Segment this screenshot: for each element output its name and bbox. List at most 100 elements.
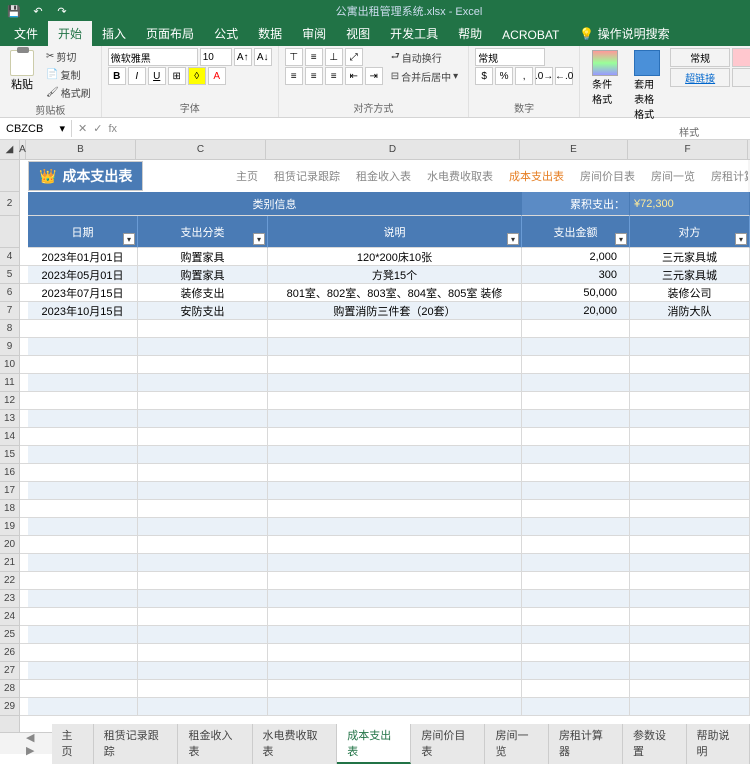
row-header[interactable]: 8 xyxy=(0,320,19,338)
tab-review[interactable]: 审阅 xyxy=(292,21,336,46)
style-calculation[interactable]: 计算 xyxy=(732,68,750,87)
border-button[interactable]: ⊞ xyxy=(168,67,186,85)
select-all-corner[interactable]: ◢ xyxy=(0,140,19,160)
copy-button[interactable]: 📄 复制 xyxy=(42,66,95,83)
percent-icon[interactable]: % xyxy=(495,67,513,85)
align-bottom-icon[interactable]: ⊥ xyxy=(325,48,343,66)
nav-home[interactable]: 主页 xyxy=(236,168,258,184)
col-category[interactable]: 支出分类▾ xyxy=(138,216,268,248)
orientation-icon[interactable]: ⤢ xyxy=(345,48,363,66)
merge-center-button[interactable]: ⊟ 合并后居中 ▾ xyxy=(387,68,462,85)
col-date[interactable]: 日期▾ xyxy=(28,216,138,248)
tab-home[interactable]: 开始 xyxy=(48,21,92,46)
cell-category[interactable]: 装修支出 xyxy=(138,284,268,302)
increase-decimal-icon[interactable]: .0→ xyxy=(535,67,553,85)
col-header[interactable]: D xyxy=(266,140,520,159)
col-party[interactable]: 对方▾ xyxy=(630,216,750,248)
row-header[interactable]: 28 xyxy=(0,680,19,698)
table-row[interactable] xyxy=(20,410,750,428)
cell-party[interactable]: 三元家具城 xyxy=(630,266,750,284)
row-header[interactable]: 22 xyxy=(0,572,19,590)
table-row[interactable]: 2023年01月01日 购置家具 120*200床10张 2,000 三元家具城 xyxy=(20,248,750,266)
font-name-select[interactable] xyxy=(108,48,198,66)
cell-amount[interactable]: 20,000 xyxy=(522,302,630,320)
format-painter-button[interactable]: 🖌 格式刷 xyxy=(42,84,95,101)
tab-data[interactable]: 数据 xyxy=(248,21,292,46)
row-header[interactable]: 10 xyxy=(0,356,19,374)
indent-icon[interactable]: ⇤ xyxy=(345,67,363,85)
row-header[interactable]: 9 xyxy=(0,338,19,356)
table-row[interactable] xyxy=(20,572,750,590)
table-row[interactable] xyxy=(20,482,750,500)
currency-icon[interactable]: $ xyxy=(475,67,493,85)
table-format-button[interactable]: 套用表格格式 xyxy=(628,48,666,123)
tab-help[interactable]: 帮助 xyxy=(448,21,492,46)
table-row[interactable]: 2023年10月15日 安防支出 购置消防三件套（20套） 20,000 消防大… xyxy=(20,302,750,320)
decrease-font-icon[interactable]: A↓ xyxy=(254,48,272,66)
row-header[interactable]: 18 xyxy=(0,500,19,518)
row-header[interactable]: 14 xyxy=(0,428,19,446)
table-row[interactable] xyxy=(20,644,750,662)
table-row[interactable] xyxy=(20,428,750,446)
cut-button[interactable]: ✂ 剪切 xyxy=(42,48,95,65)
row-header[interactable]: 24 xyxy=(0,608,19,626)
tab-layout[interactable]: 页面布局 xyxy=(136,21,204,46)
paste-button[interactable]: 粘贴 xyxy=(6,48,38,94)
row-header[interactable]: 12 xyxy=(0,392,19,410)
table-row[interactable] xyxy=(20,338,750,356)
cell-desc[interactable]: 120*200床10张 xyxy=(268,248,522,266)
row-header[interactable]: 2 xyxy=(0,192,19,216)
filter-icon[interactable]: ▾ xyxy=(735,233,747,245)
table-row[interactable] xyxy=(20,446,750,464)
nav-calc[interactable]: 房租计算器 xyxy=(711,168,748,184)
cell-category[interactable]: 购置家具 xyxy=(138,266,268,284)
sheet-nav[interactable]: ◀ ▶ xyxy=(20,731,52,757)
col-header[interactable]: B xyxy=(26,140,136,159)
underline-button[interactable]: U xyxy=(148,67,166,85)
cell-party[interactable]: 消防大队 xyxy=(630,302,750,320)
cell-amount[interactable]: 50,000 xyxy=(522,284,630,302)
align-middle-icon[interactable]: ≡ xyxy=(305,48,323,66)
row-header[interactable]: 6 xyxy=(0,284,19,302)
cell-amount[interactable]: 300 xyxy=(522,266,630,284)
grid[interactable]: A B C D E F 👑成本支出表 主页 租赁记录跟踪 租金收入表 水电费收取… xyxy=(20,140,750,732)
wrap-text-button[interactable]: ⮐ 自动换行 xyxy=(387,48,462,67)
filter-icon[interactable]: ▾ xyxy=(615,233,627,245)
filter-icon[interactable]: ▾ xyxy=(253,233,265,245)
row-header[interactable] xyxy=(0,216,19,248)
cell-category[interactable]: 购置家具 xyxy=(138,248,268,266)
table-row[interactable] xyxy=(20,356,750,374)
row-header[interactable]: 13 xyxy=(0,410,19,428)
align-center-icon[interactable]: ≡ xyxy=(305,67,323,85)
bold-button[interactable]: B xyxy=(108,67,126,85)
row-header[interactable]: 11 xyxy=(0,374,19,392)
tab-search[interactable]: 💡 操作说明搜索 xyxy=(569,21,679,46)
row-header[interactable]: 26 xyxy=(0,644,19,662)
fx-icon[interactable]: fx xyxy=(108,123,117,135)
tab-view[interactable]: 视图 xyxy=(336,21,380,46)
align-right-icon[interactable]: ≡ xyxy=(325,67,343,85)
row-header[interactable]: 25 xyxy=(0,626,19,644)
filter-icon[interactable]: ▾ xyxy=(123,233,135,245)
cell-category[interactable]: 安防支出 xyxy=(138,302,268,320)
row-header[interactable]: 4 xyxy=(0,248,19,266)
table-row[interactable] xyxy=(20,698,750,716)
table-row[interactable] xyxy=(20,626,750,644)
table-row[interactable]: 2023年07月15日 装修支出 801室、802室、803室、804室、805… xyxy=(20,284,750,302)
nav-cost[interactable]: 成本支出表 xyxy=(509,168,564,184)
col-header[interactable]: E xyxy=(520,140,628,159)
font-size-select[interactable] xyxy=(200,48,232,66)
nav-rooms[interactable]: 房间一览 xyxy=(651,168,695,184)
table-row[interactable] xyxy=(20,500,750,518)
enter-icon[interactable]: ✓ xyxy=(93,122,102,135)
col-amount[interactable]: 支出金额▾ xyxy=(522,216,630,248)
col-header[interactable]: F xyxy=(628,140,748,159)
cell-date[interactable]: 2023年05月01日 xyxy=(28,266,138,284)
conditional-format-button[interactable]: 条件格式 xyxy=(586,48,624,108)
redo-icon[interactable]: ↷ xyxy=(52,2,72,20)
table-row[interactable] xyxy=(20,518,750,536)
table-row[interactable] xyxy=(20,554,750,572)
undo-icon[interactable]: ↶ xyxy=(28,2,48,20)
tab-formulas[interactable]: 公式 xyxy=(204,21,248,46)
row-header[interactable]: 19 xyxy=(0,518,19,536)
